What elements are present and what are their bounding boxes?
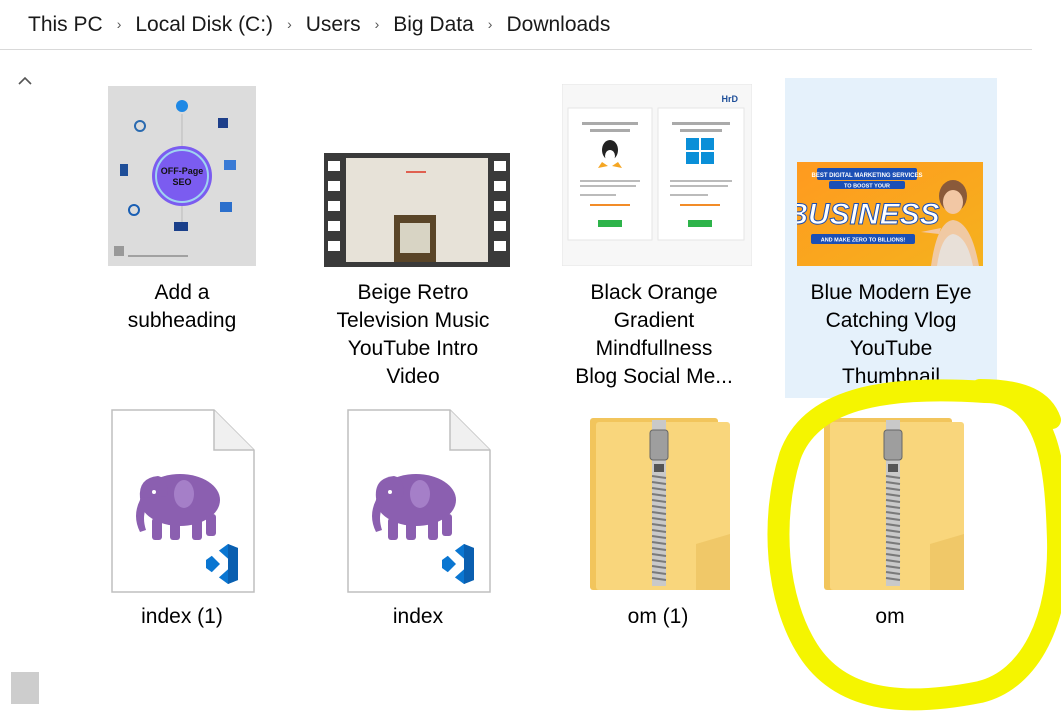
file-item-index[interactable]: index (312, 406, 524, 636)
file-item-om-1[interactable]: om (1) (552, 406, 764, 636)
zip-folder-icon (590, 418, 730, 590)
file-item-blue-modern-thumbnail[interactable]: BEST DIGITAL MARKETING SERVICES TO BOOST… (785, 80, 997, 400)
breadcrumb-big-data[interactable]: Big Data (393, 13, 474, 37)
chevron-right-icon[interactable]: › (287, 16, 292, 32)
breadcrumb-local-disk[interactable]: Local Disk (C:) (135, 13, 273, 37)
diagram-center-text: OFF-Page (161, 166, 204, 176)
scroll-up-arrow-icon[interactable] (10, 66, 40, 96)
chevron-right-icon[interactable]: › (488, 16, 493, 32)
file-name-line: subheading (127, 309, 237, 332)
diagram-thumbnail-image: OFF-Page SEO (108, 86, 256, 266)
file-item-om[interactable]: om (784, 406, 996, 636)
chevron-right-icon[interactable]: › (117, 16, 122, 32)
chevron-right-icon[interactable]: › (375, 16, 380, 32)
file-name-line: Black Orange (590, 281, 718, 304)
file-item-add-a-subheading[interactable]: OFF-Page SEO Add a subheading (76, 80, 288, 350)
file-name-line: om (1) (627, 605, 689, 628)
breadcrumb-this-pc[interactable]: This PC (28, 13, 103, 37)
file-name-line: Mindfullness (595, 337, 713, 360)
hosting-thumbnail-image: HrD (562, 84, 752, 266)
file-name-line: Gradient (613, 309, 695, 332)
breadcrumb-users[interactable]: Users (306, 13, 361, 37)
business-top-text: BEST DIGITAL MARKETING SERVICES (811, 173, 922, 179)
php-file-icon (111, 409, 255, 593)
file-name-line: Video (386, 365, 440, 388)
file-name-line: Thumbnail (841, 365, 941, 388)
breadcrumb: This PC › Local Disk (C:) › Users › Big … (0, 0, 1032, 50)
file-item-black-orange-gradient[interactable]: HrD Black Orange Gradient Mindfullness B… (548, 80, 760, 400)
php-file-icon (347, 409, 491, 593)
svg-text:TO BOOST YOUR: TO BOOST YOUR (844, 184, 890, 190)
elephant-ear (410, 480, 430, 508)
file-name-line: Blog Social Me... (575, 365, 733, 388)
file-name-line: YouTube Intro (347, 337, 479, 360)
file-item-index-1[interactable]: index (1) (76, 406, 288, 636)
file-name-line: om (875, 605, 905, 628)
zip-folder-icon (824, 418, 964, 590)
file-name-line: index (1) (141, 605, 223, 628)
file-name-line: Catching Vlog (825, 309, 957, 332)
file-name-line: Add a (154, 281, 210, 304)
file-name-line: index (392, 605, 444, 628)
business-thumbnail-image: BEST DIGITAL MARKETING SERVICES TO BOOST… (797, 162, 983, 266)
file-item-beige-retro-video[interactable]: Beige Retro Television Music YouTube Int… (307, 80, 519, 400)
business-bottom-text: AND MAKE ZERO TO BILLIONS! (821, 238, 906, 244)
breadcrumb-downloads[interactable]: Downloads (506, 13, 610, 37)
video-thumbnail-icon (324, 153, 510, 267)
vertical-scrollbar[interactable] (10, 62, 40, 704)
svg-text:HrD: HrD (721, 94, 738, 104)
file-name-line: Beige Retro (357, 281, 469, 304)
file-name-line: YouTube (849, 337, 933, 360)
file-name-line: Blue Modern Eye (810, 281, 972, 304)
svg-text:SEO: SEO (172, 177, 191, 187)
file-name-line: Television Music (336, 309, 490, 332)
scrollbar-thumb[interactable] (11, 672, 39, 704)
business-big-text: BUSINESS (797, 198, 940, 231)
elephant-ear (174, 480, 194, 508)
